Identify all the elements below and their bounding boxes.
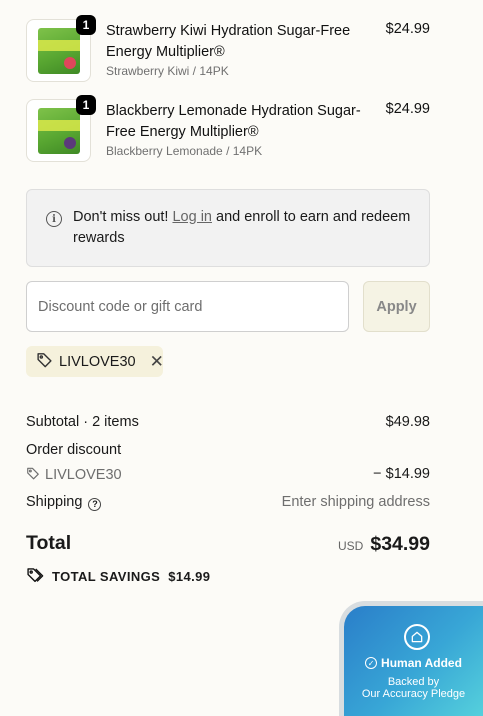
subtotal-label: Subtotal · 2 items (26, 414, 139, 430)
cart-item: 1 Blackberry Lemonade Hydration Sugar-Fr… (26, 95, 430, 165)
quantity-badge: 1 (76, 95, 96, 115)
product-name: Blackberry Lemonade Hydration Sugar-Free… (106, 103, 361, 140)
total-label: Total (26, 532, 72, 554)
product-variant: Blackberry Lemonade / 14PK (106, 144, 263, 158)
discount-value: − $14.99 (373, 466, 430, 482)
product-image (37, 107, 80, 154)
product-variant: Strawberry Kiwi / 14PK (106, 64, 229, 78)
currency-code: USD (338, 539, 364, 553)
applied-discount-chip: LIVLOVE30 ✕ (26, 346, 164, 377)
subtotal-value: $49.98 (385, 414, 430, 430)
info-icon: i (46, 211, 62, 227)
rewards-notice-text: Don't miss out! Log in and enroll to ear… (73, 209, 411, 246)
savings-value: $14.99 (168, 568, 211, 584)
rewards-notice: i Don't miss out! Log in and enroll to e… (26, 189, 430, 267)
login-link[interactable]: Log in (172, 209, 212, 225)
check-circle-icon: ✓ (365, 657, 378, 669)
discount-code-input[interactable] (26, 281, 349, 332)
total-savings: TOTAL SAVINGS $14.99 (26, 566, 210, 586)
tag-icon (26, 466, 40, 484)
applied-discount-code: LIVLOVE30 (59, 353, 136, 370)
quantity-badge: 1 (76, 15, 96, 35)
tag-icon (36, 351, 53, 372)
order-discount-label: Order discount (26, 442, 122, 458)
product-price: $24.99 (385, 101, 430, 117)
accuracy-pledge-badge[interactable]: ✓ Human Added Backed by Our Accuracy Ple… (339, 601, 483, 716)
badge-line-2: Our Accuracy Pledge (361, 688, 466, 700)
product-price: $24.99 (385, 21, 430, 37)
cart-item: 1 Strawberry Kiwi Hydration Sugar-Free E… (26, 15, 430, 85)
remove-discount-icon[interactable]: ✕ (150, 353, 164, 370)
help-icon[interactable]: ? (88, 497, 102, 511)
product-name: Strawberry Kiwi Hydration Sugar-Free Ene… (106, 23, 351, 60)
savings-tag-icon (26, 566, 44, 586)
total-amount: USD $34.99 (338, 533, 430, 556)
shipping-label: Shipping (26, 494, 83, 510)
shipping-value: Enter shipping address (281, 494, 430, 510)
badge-headline: Human Added (381, 656, 462, 670)
home-icon (404, 624, 430, 650)
apply-discount-button[interactable]: Apply (363, 281, 430, 332)
savings-label: TOTAL SAVINGS (52, 568, 161, 584)
badge-line-1: Backed by (387, 676, 440, 688)
summary-discount-code: LIVLOVE30 (45, 467, 122, 483)
total-value: $34.99 (370, 533, 430, 555)
product-image (37, 27, 80, 74)
